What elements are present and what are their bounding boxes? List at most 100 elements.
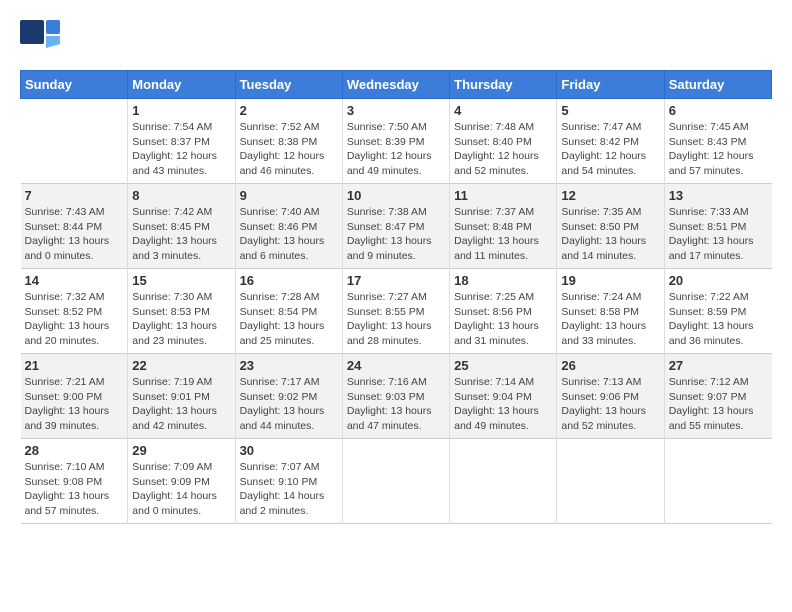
cell-info: Sunrise: 7:48 AMSunset: 8:40 PMDaylight:… — [454, 120, 552, 179]
day-number: 11 — [454, 188, 552, 203]
day-number: 1 — [132, 103, 230, 118]
cell-info: Sunrise: 7:21 AMSunset: 9:00 PMDaylight:… — [25, 375, 124, 434]
week-row-1: 1 Sunrise: 7:54 AMSunset: 8:37 PMDaylight… — [21, 99, 772, 184]
cell-info: Sunrise: 7:54 AMSunset: 8:37 PMDaylight:… — [132, 120, 230, 179]
calendar-cell: 27 Sunrise: 7:12 AMSunset: 9:07 PMDayligh… — [664, 354, 771, 439]
calendar-cell: 7Sunrise: 7:43 AMSunset: 8:44 PMDaylight… — [21, 184, 128, 269]
cell-info: Sunrise: 7:10 AMSunset: 9:08 PMDaylight:… — [25, 460, 124, 519]
calendar-cell: 29 Sunrise: 7:09 AMSunset: 9:09 PMDayligh… — [128, 439, 235, 524]
day-number: 14 — [25, 273, 124, 288]
day-number: 25 — [454, 358, 552, 373]
day-number: 22 — [132, 358, 230, 373]
cell-info: Sunrise: 7:27 AMSunset: 8:55 PMDaylight:… — [347, 290, 445, 349]
cell-info: Sunrise: 7:22 AMSunset: 8:59 PMDaylight:… — [669, 290, 768, 349]
cell-info: Sunrise: 7:38 AMSunset: 8:47 PMDaylight:… — [347, 205, 445, 264]
day-number: 20 — [669, 273, 768, 288]
calendar-cell — [342, 439, 449, 524]
day-number: 29 — [132, 443, 230, 458]
cell-info: Sunrise: 7:33 AMSunset: 8:51 PMDaylight:… — [669, 205, 768, 264]
cell-info: Sunrise: 7:42 AMSunset: 8:45 PMDaylight:… — [132, 205, 230, 264]
day-number: 9 — [240, 188, 338, 203]
day-number: 15 — [132, 273, 230, 288]
header-saturday: Saturday — [664, 71, 771, 99]
day-number: 6 — [669, 103, 768, 118]
cell-info: Sunrise: 7:50 AMSunset: 8:39 PMDaylight:… — [347, 120, 445, 179]
day-number: 26 — [561, 358, 659, 373]
cell-info: Sunrise: 7:24 AMSunset: 8:58 PMDaylight:… — [561, 290, 659, 349]
calendar-cell: 13 Sunrise: 7:33 AMSunset: 8:51 PMDayligh… — [664, 184, 771, 269]
calendar-cell: 1 Sunrise: 7:54 AMSunset: 8:37 PMDaylight… — [128, 99, 235, 184]
calendar-cell: 17 Sunrise: 7:27 AMSunset: 8:55 PMDayligh… — [342, 269, 449, 354]
calendar-cell — [664, 439, 771, 524]
cell-info: Sunrise: 7:30 AMSunset: 8:53 PMDaylight:… — [132, 290, 230, 349]
day-number: 23 — [240, 358, 338, 373]
calendar-cell: 9 Sunrise: 7:40 AMSunset: 8:46 PMDaylight… — [235, 184, 342, 269]
day-number: 19 — [561, 273, 659, 288]
week-row-5: 28 Sunrise: 7:10 AMSunset: 9:08 PMDayligh… — [21, 439, 772, 524]
day-number: 5 — [561, 103, 659, 118]
calendar-cell: 2Sunrise: 7:52 AMSunset: 8:38 PMDaylight… — [235, 99, 342, 184]
week-row-3: 14 Sunrise: 7:32 AMSunset: 8:52 PMDayligh… — [21, 269, 772, 354]
calendar-cell: 18Sunrise: 7:25 AMSunset: 8:56 PMDayligh… — [450, 269, 557, 354]
calendar-cell: 14 Sunrise: 7:32 AMSunset: 8:52 PMDayligh… — [21, 269, 128, 354]
day-number: 16 — [240, 273, 338, 288]
calendar-table: SundayMondayTuesdayWednesdayThursdayFrid… — [20, 70, 772, 524]
day-number: 28 — [25, 443, 124, 458]
cell-info: Sunrise: 7:52 AMSunset: 8:38 PMDaylight:… — [240, 120, 338, 179]
day-number: 27 — [669, 358, 768, 373]
day-number: 17 — [347, 273, 445, 288]
calendar-cell: 4 Sunrise: 7:48 AMSunset: 8:40 PMDaylight… — [450, 99, 557, 184]
day-number: 10 — [347, 188, 445, 203]
day-number: 8 — [132, 188, 230, 203]
header-tuesday: Tuesday — [235, 71, 342, 99]
calendar-cell: 28 Sunrise: 7:10 AMSunset: 9:08 PMDayligh… — [21, 439, 128, 524]
calendar-cell: 26 Sunrise: 7:13 AMSunset: 9:06 PMDayligh… — [557, 354, 664, 439]
calendar-cell: 16 Sunrise: 7:28 AMSunset: 8:54 PMDayligh… — [235, 269, 342, 354]
cell-info: Sunrise: 7:07 AMSunset: 9:10 PMDaylight:… — [240, 460, 338, 519]
cell-info: Sunrise: 7:19 AMSunset: 9:01 PMDaylight:… — [132, 375, 230, 434]
week-row-2: 7Sunrise: 7:43 AMSunset: 8:44 PMDaylight… — [21, 184, 772, 269]
cell-info: Sunrise: 7:35 AMSunset: 8:50 PMDaylight:… — [561, 205, 659, 264]
calendar-cell — [450, 439, 557, 524]
calendar-cell: 15 Sunrise: 7:30 AMSunset: 8:53 PMDayligh… — [128, 269, 235, 354]
cell-info: Sunrise: 7:13 AMSunset: 9:06 PMDaylight:… — [561, 375, 659, 434]
cell-info: Sunrise: 7:12 AMSunset: 9:07 PMDaylight:… — [669, 375, 768, 434]
day-number: 18 — [454, 273, 552, 288]
header-sunday: Sunday — [21, 71, 128, 99]
page-header — [20, 20, 772, 60]
calendar-cell: 30Sunrise: 7:07 AMSunset: 9:10 PMDayligh… — [235, 439, 342, 524]
cell-info: Sunrise: 7:14 AMSunset: 9:04 PMDaylight:… — [454, 375, 552, 434]
cell-info: Sunrise: 7:09 AMSunset: 9:09 PMDaylight:… — [132, 460, 230, 519]
header-friday: Friday — [557, 71, 664, 99]
day-number: 7 — [25, 188, 124, 203]
day-number: 4 — [454, 103, 552, 118]
header-monday: Monday — [128, 71, 235, 99]
cell-info: Sunrise: 7:45 AMSunset: 8:43 PMDaylight:… — [669, 120, 768, 179]
day-number: 24 — [347, 358, 445, 373]
week-row-4: 21 Sunrise: 7:21 AMSunset: 9:00 PMDayligh… — [21, 354, 772, 439]
cell-info: Sunrise: 7:32 AMSunset: 8:52 PMDaylight:… — [25, 290, 124, 349]
calendar-header-row: SundayMondayTuesdayWednesdayThursdayFrid… — [21, 71, 772, 99]
logo — [20, 20, 64, 60]
day-number: 21 — [25, 358, 124, 373]
calendar-cell: 10 Sunrise: 7:38 AMSunset: 8:47 PMDayligh… — [342, 184, 449, 269]
cell-info: Sunrise: 7:28 AMSunset: 8:54 PMDaylight:… — [240, 290, 338, 349]
day-number: 13 — [669, 188, 768, 203]
calendar-cell: 8 Sunrise: 7:42 AMSunset: 8:45 PMDaylight… — [128, 184, 235, 269]
calendar-cell — [557, 439, 664, 524]
calendar-cell: 22 Sunrise: 7:19 AMSunset: 9:01 PMDayligh… — [128, 354, 235, 439]
calendar-cell: 23 Sunrise: 7:17 AMSunset: 9:02 PMDayligh… — [235, 354, 342, 439]
calendar-cell: 12 Sunrise: 7:35 AMSunset: 8:50 PMDayligh… — [557, 184, 664, 269]
cell-info: Sunrise: 7:40 AMSunset: 8:46 PMDaylight:… — [240, 205, 338, 264]
day-number: 12 — [561, 188, 659, 203]
calendar-cell: 3 Sunrise: 7:50 AMSunset: 8:39 PMDaylight… — [342, 99, 449, 184]
calendar-cell: 20 Sunrise: 7:22 AMSunset: 8:59 PMDayligh… — [664, 269, 771, 354]
calendar-cell: 5Sunrise: 7:47 AMSunset: 8:42 PMDaylight… — [557, 99, 664, 184]
calendar-cell: 6 Sunrise: 7:45 AMSunset: 8:43 PMDaylight… — [664, 99, 771, 184]
header-wednesday: Wednesday — [342, 71, 449, 99]
calendar-cell — [21, 99, 128, 184]
cell-info: Sunrise: 7:37 AMSunset: 8:48 PMDaylight:… — [454, 205, 552, 264]
cell-info: Sunrise: 7:17 AMSunset: 9:02 PMDaylight:… — [240, 375, 338, 434]
header-thursday: Thursday — [450, 71, 557, 99]
day-number: 3 — [347, 103, 445, 118]
